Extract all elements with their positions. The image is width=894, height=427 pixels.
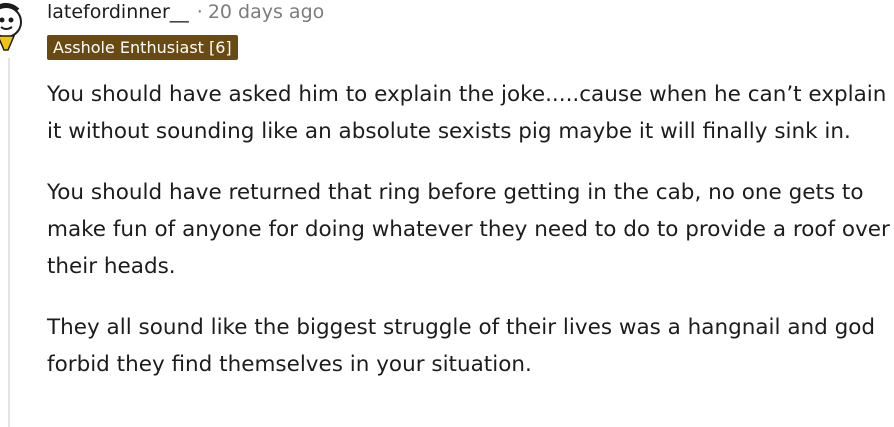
comment-header: latefordinner__ · 20 days ago [47,0,324,24]
meta-separator: · [196,1,203,23]
thread-line[interactable] [8,58,10,427]
comment-paragraph: They all sound like the biggest struggle… [47,315,876,377]
comment-paragraph: You should have returned that ring befor… [47,180,890,279]
comment-body: You should have asked him to explain the… [47,76,892,407]
snoo-avatar-icon [0,3,22,51]
username-link[interactable]: latefordinner__ [47,1,189,23]
comment-paragraph: You should have asked him to explain the… [47,82,887,144]
comment-timestamp[interactable]: 20 days ago [208,1,324,23]
user-flair-badge: Asshole Enthusiast [6] [47,35,238,60]
avatar[interactable] [0,0,24,52]
